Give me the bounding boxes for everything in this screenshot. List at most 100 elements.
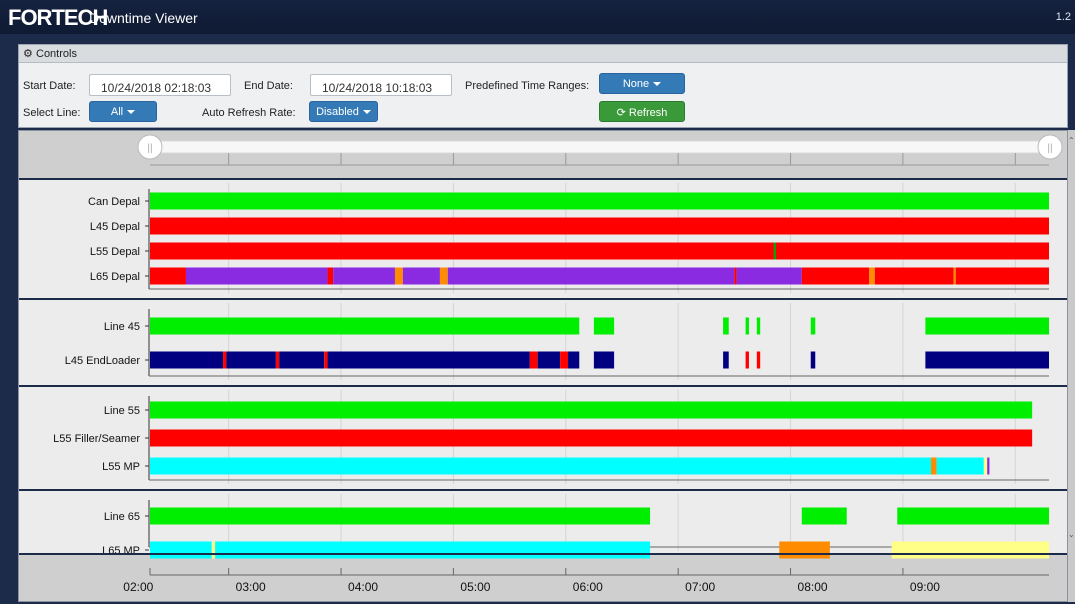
timeline-segment [779,541,830,559]
time-tick-label: 05:00 [460,580,490,594]
timeline-segment [402,267,440,285]
time-tick-label: 04:00 [348,580,378,594]
timeline-segment [150,267,186,285]
panel-separator [19,385,1067,387]
predefined-ranges-dropdown[interactable]: None [599,73,685,94]
timeline-segment [568,351,580,369]
select-line-value: All [110,106,124,118]
row-label: L45 EndLoader [65,355,141,367]
timeline-segment [801,507,847,525]
select-line-label: Select Line: [23,107,81,119]
scroll-down-icon[interactable]: ⌄ [1068,530,1075,539]
timeline-segment [756,317,761,335]
predefined-ranges-label: Predefined Time Ranges: [465,80,590,92]
predefined-ranges-value: None [622,78,650,90]
timeline-segment [593,351,615,369]
timeline-segment [810,351,816,369]
timeline-segment [185,267,328,285]
caret-down-icon [653,82,662,87]
timeline-segment [869,267,875,285]
timeline-segment [447,267,735,285]
timeline-segment [150,507,651,525]
row-label: L65 MP [102,545,140,557]
timeline-segment [150,192,1049,210]
time-tick-label: 06:00 [573,580,603,594]
title-bar: FORTECH Downtime Viewer 1.2 [0,0,1075,34]
controls-panel: ⚙ Controls Start Date: 10/24/2018 02:18:… [18,44,1068,128]
range-slider-track [149,140,1051,154]
timeline-segment [925,351,1049,369]
row-label: Line 45 [104,321,140,333]
timeline-segment [936,457,984,475]
refresh-button[interactable]: ⟳ Refresh [599,101,685,122]
timeline-segment [327,267,334,285]
vertical-scrollbar[interactable]: ⌃ ⌄ [1068,130,1075,602]
timeline-segment [734,267,737,285]
timeline-segment [560,351,569,369]
timeline-segment [223,351,227,369]
timeline-segment [150,457,932,475]
auto-refresh-dropdown[interactable]: Disabled [309,101,378,122]
timeline-segment [537,351,561,369]
time-tick-label: 07:00 [685,580,715,594]
timeline-segment [275,351,280,369]
timeline-segment [745,351,749,369]
timeline-segment [745,317,749,335]
time-tick-label: 08:00 [798,580,828,594]
timeline-segment [211,541,216,559]
timeline-segment [324,351,328,369]
auto-refresh-value: Disabled [316,106,359,118]
row-label: L55 Filler/Seamer [53,433,140,445]
start-date-field[interactable]: 10/24/2018 02:18:03 [89,74,231,96]
timeline-segment [593,317,615,335]
timeline-segment [150,242,1049,260]
caret-down-icon [362,110,371,115]
timeline-svg: Can Depal L45 Depal L55 Depal L65 Depal Line… [19,134,1067,594]
timeline-segment [756,351,761,369]
time-tick-label: 09:00 [910,580,940,594]
panel-background [19,299,1067,384]
timeline-segment [394,267,403,285]
timeline-segment [931,457,937,475]
timeline-segment [801,267,870,285]
scroll-up-icon[interactable]: ⌃ [1068,136,1075,145]
timeline-segment [226,351,276,369]
timeline-segment [529,351,538,369]
handle-grip: || [147,143,152,154]
timeline-segment [439,267,448,285]
row-label: L65 Depal [90,271,140,283]
timeline-segment [215,541,651,559]
timeline-segment [150,351,224,369]
timeline-segment [723,351,729,369]
row-label: L55 MP [102,461,140,473]
time-tick-label: 03:00 [236,580,266,594]
panel-separator [19,298,1067,300]
end-date-field[interactable]: 10/24/2018 10:18:03 [310,74,452,96]
timeline-segment [150,429,1033,447]
timeline-segment [891,541,1049,559]
gear-icon: ⚙ [23,48,33,60]
caret-down-icon [127,110,136,115]
start-date-label: Start Date: [23,80,76,92]
timeline-segment [983,457,988,475]
select-line-dropdown[interactable]: All [89,101,157,122]
row-label: L55 Depal [90,246,140,258]
timeline-segment [810,317,816,335]
timeline-segment [953,267,956,285]
controls-title: Controls [36,48,77,60]
timeline-segment [987,457,990,475]
panel-separator [19,489,1067,491]
timeline-segment [327,351,530,369]
timeline-segment [150,317,580,335]
app-version: 1.2 [1055,11,1071,23]
timeline-segment [150,217,1049,235]
time-tick-label: 02:00 [123,580,153,594]
row-label: Line 65 [104,511,140,523]
timeline-segment [925,317,1049,335]
axis-separator [19,553,1067,555]
panel-separator [19,178,1067,180]
row-label: Can Depal [88,196,140,208]
controls-header[interactable]: ⚙ Controls [19,45,1067,63]
timeline-segment [150,541,212,559]
timeline-segment [279,351,325,369]
